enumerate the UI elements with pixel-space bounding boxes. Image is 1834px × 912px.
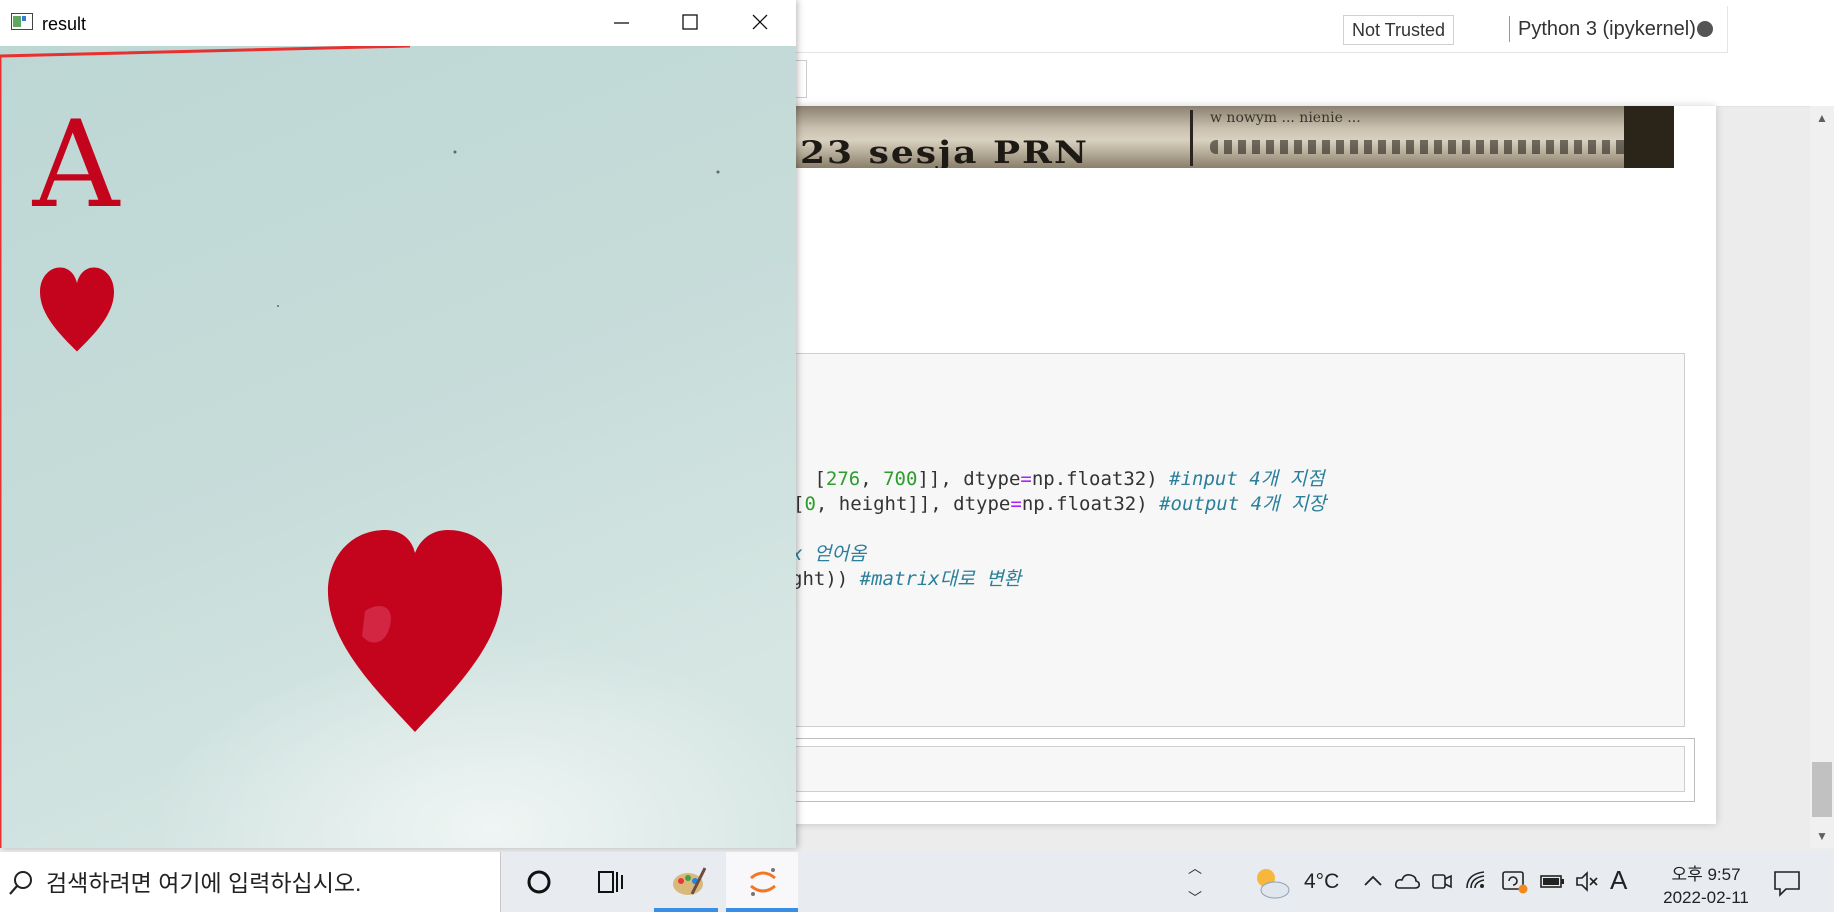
newspaper-small-text: w nowym ... nienie ... (1210, 110, 1361, 126)
card-speck (716, 170, 720, 174)
taskbar-jupyter-app[interactable] (726, 852, 798, 912)
close-button[interactable] (725, 0, 795, 46)
kernel-divider (1509, 16, 1510, 42)
newspaper-wavy-rule (1210, 140, 1650, 154)
kernel-name-indicator[interactable]: Python 3 (ipykernel) (1518, 16, 1696, 42)
newspaper-column-rule (1190, 110, 1193, 166)
security-update-icon[interactable] (1500, 866, 1528, 896)
jupyter-icon (750, 868, 776, 896)
minimize-icon (614, 22, 629, 24)
clock-time[interactable]: 오후 9:57 (1658, 860, 1754, 885)
code-cell[interactable]: [276, 700]], dtype=np.float32) #input 4개… (790, 353, 1685, 727)
active-indicator (654, 908, 718, 912)
scroll-up-arrow-icon[interactable]: ▲ (1810, 108, 1834, 128)
taskbar-cortana-button[interactable] (502, 852, 574, 912)
app-window-icon (11, 13, 33, 30)
taskbar-scroll-up-icon[interactable]: ︿ (1188, 858, 1202, 878)
taskbar-task-view-button[interactable] (574, 852, 646, 912)
window-title: result (42, 14, 87, 34)
search-placeholder: 검색하려면 여기에 입력하십시오. (46, 870, 362, 896)
cortana-icon (527, 870, 551, 894)
meet-now-camera-icon[interactable] (1430, 866, 1454, 896)
result-window: result A (0, 0, 796, 848)
notebook-scrollbar[interactable] (1810, 106, 1834, 848)
warped-card-image: A (0, 46, 796, 848)
task-view-icon (598, 871, 623, 893)
card-speck (453, 150, 457, 154)
taskbar-scroll-down-icon[interactable]: ﹀ (1188, 888, 1202, 908)
clock-date[interactable]: 2022-02-11 (1646, 888, 1766, 908)
code-line-warp: ght)) #matrix대로 변환 (791, 568, 1022, 590)
wifi-icon[interactable] (1464, 866, 1490, 896)
empty-cell-input[interactable] (790, 746, 1685, 792)
input-method-indicator[interactable]: A (1610, 865, 1627, 896)
newspaper-dark-edge (1624, 106, 1674, 168)
output-image-newspaper: 23 sesja PRN w nowym ... nienie ... (790, 106, 1674, 168)
windows-taskbar: 검색하려면 여기에 입력하십시오. ︿ ﹀ 4°C A 오후 9:57 2022… (0, 852, 1834, 912)
active-indicator (726, 908, 798, 912)
card-speck (277, 305, 279, 307)
scroll-down-arrow-icon[interactable]: ▼ (1810, 826, 1834, 846)
code-line-output-points: [0, height]], dtype=np.float32) #output … (793, 493, 1326, 515)
maximize-icon (682, 14, 698, 30)
newspaper-headline-fragment: 23 sesja PRN (800, 135, 1089, 168)
volume-muted-icon[interactable] (1574, 866, 1600, 896)
weather-partly-cloudy-icon[interactable] (1250, 866, 1292, 900)
code-line-get-matrix: x 얻어옴 (791, 543, 867, 565)
close-icon (752, 14, 768, 30)
kernel-status-bar: Not Trusted Python 3 (ipykernel) (790, 6, 1728, 53)
card-rank: A (32, 96, 121, 235)
search-icon (9, 871, 32, 895)
onedrive-cloud-icon[interactable] (1394, 866, 1420, 896)
notification-center-icon[interactable] (1772, 868, 1802, 898)
show-hidden-icons-chevron-icon[interactable] (1362, 866, 1384, 896)
result-image-canvas: A (0, 46, 796, 848)
maximize-button[interactable] (655, 0, 725, 46)
kernel-idle-indicator-icon (1697, 21, 1713, 37)
weather-temperature[interactable]: 4°C (1304, 870, 1339, 894)
trust-status-button[interactable]: Not Trusted (1343, 15, 1455, 45)
taskbar-paint-app[interactable] (650, 852, 722, 912)
minimize-button[interactable] (586, 0, 656, 46)
battery-icon[interactable] (1538, 866, 1566, 896)
paint-icon (673, 867, 706, 895)
taskbar-search-box[interactable]: 검색하려면 여기에 입력하십시오. (0, 852, 501, 912)
scrollbar-thumb[interactable] (1812, 762, 1832, 817)
code-line-input-points: [276, 700]], dtype=np.float32) #input 4개… (803, 468, 1325, 490)
window-titlebar[interactable]: result (0, 0, 796, 46)
